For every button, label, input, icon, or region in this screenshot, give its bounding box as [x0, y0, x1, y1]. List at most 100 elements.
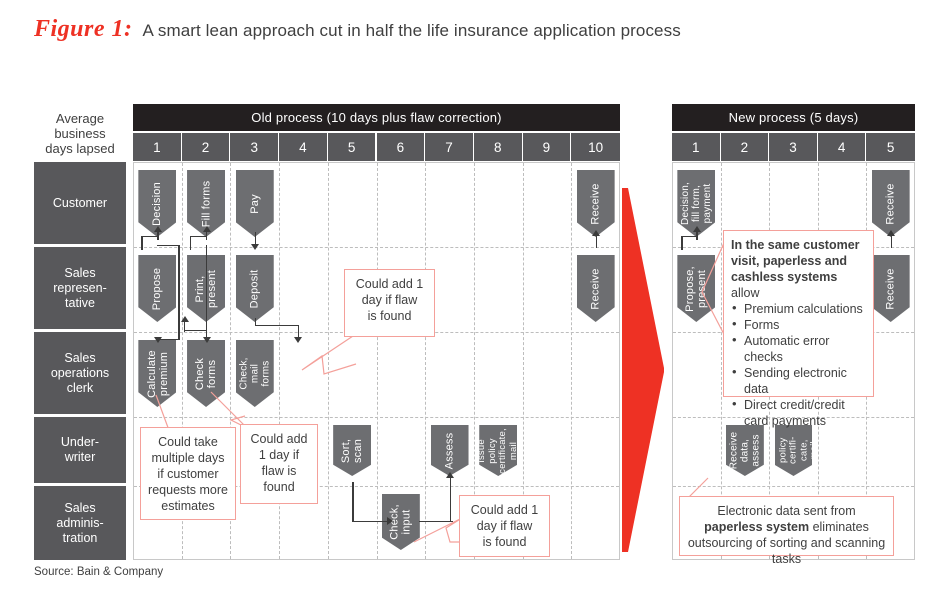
day-cell-old-4: 4 [279, 133, 328, 161]
process-step-label: Receive data, assess [728, 431, 762, 470]
day-cell-old-7: 7 [425, 133, 474, 161]
connector [418, 521, 453, 523]
process-step-label: Issuepolicycertifi-cate,mail [775, 436, 813, 465]
connector [206, 232, 208, 240]
connector [157, 245, 180, 247]
day-cell-old-6: 6 [376, 133, 426, 161]
process-step-label: Issue policy certificate, mail [476, 427, 519, 474]
process-step-label: Deposit [248, 269, 261, 308]
connector [184, 322, 186, 332]
old-callout-2: Could take multiple days if customer reques… [140, 427, 236, 520]
day-cell-old-8: 8 [473, 133, 523, 161]
connector [681, 236, 683, 250]
row-label-underwriter: Under-writer [34, 417, 126, 483]
new-callout-bullet: Forms [731, 316, 866, 333]
day-cell-old-10: 10 [571, 133, 620, 161]
row-label-sales-representative: Sales represen-tative [34, 247, 126, 329]
process-step-label: Decision, fill form, payment [679, 182, 713, 225]
process-step-label: Propose, present [684, 265, 709, 312]
connector [141, 236, 158, 238]
connector [141, 236, 143, 250]
source-note: Source: Bain & Company [34, 566, 164, 578]
connector-arrowhead [592, 230, 601, 236]
process-step-label: Receive [589, 267, 602, 310]
connector-arrowhead [692, 226, 701, 232]
connector [595, 236, 598, 248]
new-callout-lead: In the same customer visit, paperless an… [731, 238, 860, 300]
row-label-sales-operations-clerk: Sales operations clerk [34, 332, 126, 414]
connector-arrowhead [887, 230, 896, 236]
new-callout-bullets: Premium calculationsFormsAutomatic error… [731, 300, 866, 429]
connector-arrowhead [153, 337, 162, 343]
connector [178, 245, 180, 340]
day-cell-new-4: 4 [817, 133, 867, 161]
gridline-horizontal [673, 486, 914, 487]
figure-label: Figure 1: [34, 16, 133, 42]
section-header-new-process: New process (5 days) [672, 104, 915, 131]
gridline-vertical [571, 163, 573, 559]
day-cell-old-2: 2 [181, 133, 231, 161]
new-callout-bullet: Automatic error checks [731, 332, 866, 365]
connector-arrowhead [294, 337, 303, 343]
day-cell-new-5: 5 [866, 133, 915, 161]
process-step-label: Assess [443, 432, 456, 469]
connector [681, 236, 697, 238]
connector [890, 236, 893, 248]
day-cell-old-1: 1 [133, 133, 182, 161]
day-cell-old-5: 5 [327, 133, 377, 161]
page-title: A smart lean approach cut in half the li… [142, 21, 681, 40]
process-step-label: Fill forms [200, 180, 213, 227]
axis-left-header: Average business days lapsed [45, 110, 115, 156]
process-step-label: Check forms [194, 357, 219, 390]
connector [206, 245, 208, 339]
day-cell-old-9: 9 [522, 133, 572, 161]
new-callout-bullet: Direct credit/credit card payments [731, 396, 866, 429]
old-callout-1: Could add 1 day if flaw is found [344, 269, 435, 337]
connector-arrowhead [251, 244, 260, 250]
process-step-label: Receive [884, 182, 897, 225]
new-callout-bullet: Sending electronic data [731, 364, 866, 397]
process-step-label: Propose [151, 267, 164, 310]
process-step-label: Pay [248, 193, 261, 214]
process-step-label: Calculate premium [145, 349, 170, 398]
day-cell-old-3: 3 [230, 133, 280, 161]
connector [254, 318, 257, 326]
new-callout-bullet: Premium calculations [731, 300, 866, 317]
connector [190, 236, 192, 250]
gridline-vertical [327, 163, 329, 559]
connector-arrowhead [180, 316, 189, 322]
connector [352, 482, 354, 522]
gridline-vertical [376, 163, 378, 559]
connector [352, 521, 389, 523]
new-callout-main: In the same customer visit, paperless an… [723, 230, 874, 428]
day-cell-new-3: 3 [769, 133, 818, 161]
row-label-sales-administration: Sales adminis-tration [34, 486, 126, 560]
process-step-label: Receive [589, 182, 602, 225]
old-callout-3: Could add 1 day if flaw is found [240, 424, 318, 504]
figure-title-row: Figure 1: A smart lean approach cut in ha… [34, 16, 681, 43]
gridline-horizontal [134, 417, 619, 418]
connector-arrowhead [202, 226, 211, 232]
connector [449, 478, 451, 522]
connector-arrowhead [202, 337, 211, 343]
process-step-label: Sort, scan [340, 438, 365, 463]
gridline-vertical [425, 163, 427, 559]
connector [157, 232, 159, 240]
new-callout-bottom: Electronic data sent from paperless syst… [679, 496, 894, 566]
day-cell-new-1: 1 [672, 133, 721, 161]
connector [190, 236, 207, 238]
connector-arrowhead [153, 226, 162, 232]
process-step-label: Decision [151, 181, 164, 226]
row-label-customer: Customer [34, 162, 126, 244]
section-header-old-process: Old process (10 days plus flaw correctio… [133, 104, 620, 131]
day-cell-new-2: 2 [720, 133, 770, 161]
connector-arrowhead [387, 517, 394, 525]
connector [254, 325, 299, 327]
connector [696, 232, 698, 240]
process-step-label: Check, mail forms [238, 357, 272, 390]
connector [184, 330, 207, 332]
old-callout-4: Could add 1 day if flaw is found [459, 495, 550, 557]
transformation-arrow-icon [622, 188, 664, 552]
connector-arrowhead [446, 472, 455, 478]
process-step-label: Receive [884, 267, 897, 310]
